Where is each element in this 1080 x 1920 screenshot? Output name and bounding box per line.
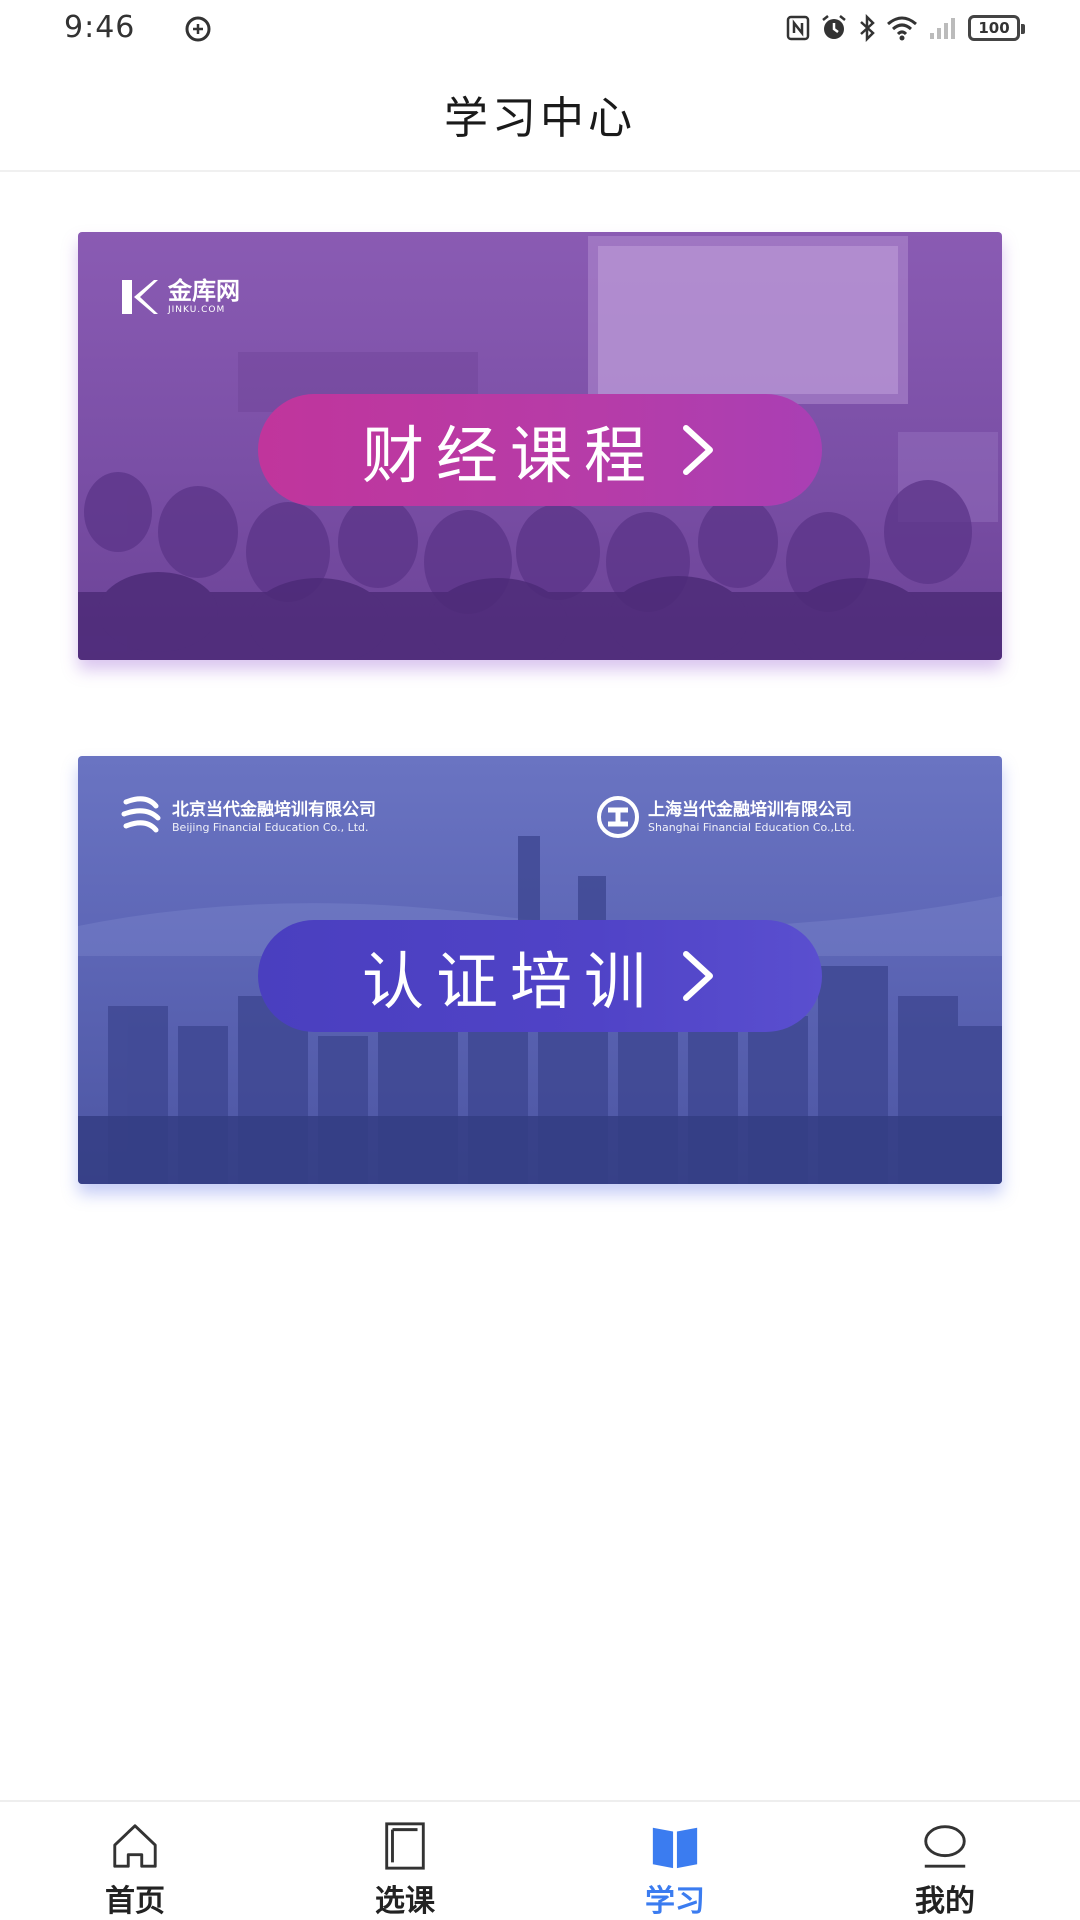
bluetooth-icon [858, 12, 876, 44]
status-icons: 100 [786, 12, 1025, 44]
nav-item-courses[interactable]: 选课 [270, 1802, 540, 1920]
finance-courses-label: 财经课程 [361, 419, 658, 492]
brand-sub: JINKU.COM [168, 305, 226, 315]
book-outline-icon [385, 1822, 425, 1870]
chevron-right-icon [683, 425, 713, 475]
page-title: 学习中心 [444, 93, 636, 144]
battery-icon: 100 [968, 15, 1025, 41]
nav-item-home[interactable]: 首页 [0, 1802, 270, 1920]
status-bar: 9:46 100 [0, 0, 1080, 58]
nfc-icon [786, 12, 810, 44]
beijing-org-name: 北京当代金融培训有限公司 [172, 800, 376, 820]
beijing-org: 北京当代金融培训有限公司 Beijing Financial Education… [120, 794, 376, 840]
signal-icon [928, 12, 958, 44]
shanghai-org: 上海当代金融培训有限公司 Shanghai Financial Educatio… [596, 794, 855, 840]
nav-label-study: 学习 [645, 1884, 705, 1919]
shanghai-org-en: Shanghai Financial Education Co.,Ltd. [648, 821, 855, 834]
shanghai-org-name: 上海当代金融培训有限公司 [648, 800, 852, 820]
certification-training-banner[interactable]: 北京当代金融培训有限公司 Beijing Financial Education… [78, 756, 1002, 1184]
shanghai-logo-icon [597, 796, 639, 838]
nav-label-courses: 选课 [375, 1884, 435, 1919]
jinku-brand: 金库网 JINKU.COM [120, 278, 240, 316]
nav-label-home: 首页 [105, 1884, 165, 1919]
nav-item-profile[interactable]: 我的 [810, 1802, 1080, 1920]
wifi-icon [886, 12, 918, 44]
profile-icon [924, 1825, 966, 1868]
home-icon [113, 1824, 157, 1868]
certification-training-button[interactable]: 认证培训 [258, 920, 822, 1032]
sync-icon [185, 16, 211, 42]
chevron-right-icon [683, 951, 713, 1001]
header: 学习中心 [0, 58, 1080, 172]
jinku-logo-icon [122, 280, 158, 314]
status-time: 9:46 [64, 10, 136, 45]
beijing-org-en: Beijing Financial Education Co., Ltd. [172, 821, 369, 834]
bottom-nav: 首页 选课 学习 我的 [0, 1800, 1080, 1920]
nav-item-study[interactable]: 学习 [540, 1802, 810, 1920]
nav-label-profile: 我的 [915, 1884, 975, 1919]
finance-courses-button[interactable]: 财经课程 [258, 394, 822, 506]
brand-name: 金库网 [168, 277, 240, 305]
beijing-logo-icon [121, 796, 161, 833]
certification-training-label: 认证培训 [361, 945, 658, 1018]
alarm-icon [820, 12, 848, 44]
finance-courses-banner[interactable]: 金库网 JINKU.COM 财经课程 [78, 232, 1002, 660]
open-book-icon [652, 1827, 698, 1869]
